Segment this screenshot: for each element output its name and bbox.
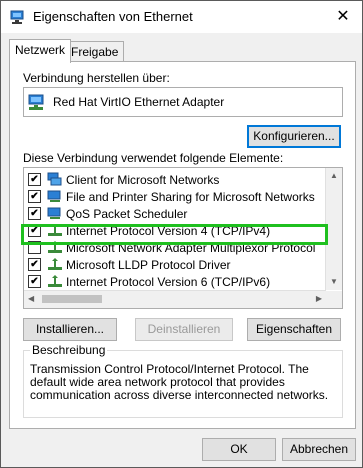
window-title: Eigenschaften von Ethernet bbox=[33, 9, 193, 24]
ok-button[interactable]: OK bbox=[202, 438, 276, 461]
uninstall-button[interactable]: Deinstallieren bbox=[135, 318, 233, 341]
scroll-thumb[interactable] bbox=[42, 295, 102, 303]
item-checkbox[interactable] bbox=[28, 241, 41, 254]
network-adapter-icon bbox=[10, 10, 24, 24]
description-text: Transmission Control Protocol/Internet P… bbox=[30, 362, 329, 402]
item-checkbox[interactable]: ✔ bbox=[28, 275, 41, 288]
tab-freigabe[interactable]: Freigabe bbox=[65, 41, 125, 62]
network-client-icon bbox=[47, 172, 62, 186]
list-item[interactable]: ✔ Internet Protocol Version 4 (TCP/IPv4) bbox=[24, 222, 326, 239]
item-checkbox[interactable]: ✔ bbox=[28, 224, 41, 237]
item-label: File and Printer Sharing for Microsoft N… bbox=[66, 190, 315, 204]
adapter-name: Red Hat VirtIO Ethernet Adapter bbox=[53, 95, 225, 109]
scroll-left-icon[interactable]: ◀ bbox=[28, 294, 34, 304]
item-label: Microsoft Network Adapter Multiplexor Pr… bbox=[66, 241, 316, 255]
tab-netzwerk[interactable]: Netzwerk bbox=[9, 39, 72, 63]
item-checkbox[interactable]: ✔ bbox=[28, 207, 41, 220]
list-item[interactable]: ✔ QoS Packet Scheduler bbox=[24, 205, 326, 222]
install-button[interactable]: Installieren... bbox=[23, 318, 117, 341]
item-label: Internet Protocol Version 4 (TCP/IPv4) bbox=[66, 224, 271, 238]
network-protocol-icon bbox=[48, 241, 62, 253]
scroll-down-icon[interactable]: ▼ bbox=[330, 277, 338, 287]
item-checkbox[interactable]: ✔ bbox=[28, 258, 41, 271]
scroll-up-icon[interactable]: ▲ bbox=[330, 171, 338, 181]
list-item[interactable]: ✔ Client for Microsoft Networks bbox=[24, 171, 326, 188]
list-item[interactable]: Microsoft Network Adapter Multiplexor Pr… bbox=[24, 239, 326, 256]
item-checkbox[interactable]: ✔ bbox=[28, 173, 41, 186]
item-label: Microsoft LLDP Protocol Driver bbox=[66, 258, 231, 272]
items-list[interactable]: ✔ Client for Microsoft Networks ✔ File a… bbox=[23, 167, 343, 309]
scroll-right-icon[interactable]: ▶ bbox=[316, 294, 322, 304]
item-label: Internet Protocol Version 6 (TCP/IPv6) bbox=[66, 275, 271, 289]
network-adapter-icon bbox=[28, 94, 44, 110]
adapter-field: Red Hat VirtIO Ethernet Adapter bbox=[23, 87, 343, 117]
network-service-icon bbox=[47, 190, 61, 202]
scroll-corner bbox=[326, 291, 342, 308]
properties-button[interactable]: Eigenschaften bbox=[247, 318, 341, 341]
properties-dialog: Eigenschaften von Ethernet ✕ Netzwerk Fr… bbox=[0, 0, 363, 468]
connection-label: Verbindung herstellen über: bbox=[23, 71, 170, 85]
close-icon[interactable]: ✕ bbox=[330, 5, 356, 29]
network-protocol-icon bbox=[48, 275, 62, 287]
list-item[interactable]: ✔ Internet Protocol Version 6 (TCP/IPv6) bbox=[24, 273, 326, 290]
network-protocol-icon bbox=[48, 224, 62, 236]
items-label: Diese Verbindung verwendet folgende Elem… bbox=[23, 151, 284, 165]
network-protocol-icon bbox=[48, 258, 62, 270]
network-service-icon bbox=[47, 207, 61, 219]
description-group: Beschreibung Transmission Control Protoc… bbox=[23, 343, 343, 418]
vertical-scrollbar[interactable]: ▲ ▼ bbox=[325, 168, 342, 290]
description-title: Beschreibung bbox=[30, 343, 108, 357]
title-bar[interactable]: Eigenschaften von Ethernet ✕ bbox=[1, 1, 362, 33]
tab-panel: Verbindung herstellen über: Red Hat Virt… bbox=[9, 61, 356, 429]
item-label: Client for Microsoft Networks bbox=[66, 173, 220, 187]
horizontal-scrollbar[interactable]: ◀ ▶ bbox=[24, 290, 326, 308]
cancel-button[interactable]: Abbrechen bbox=[282, 438, 356, 461]
item-label: QoS Packet Scheduler bbox=[66, 207, 188, 221]
list-item[interactable]: ✔ File and Printer Sharing for Microsoft… bbox=[24, 188, 326, 205]
item-checkbox[interactable]: ✔ bbox=[28, 190, 41, 203]
configure-button[interactable]: Konfigurieren... bbox=[247, 125, 341, 148]
list-item[interactable]: ✔ Microsoft LLDP Protocol Driver bbox=[24, 256, 326, 273]
